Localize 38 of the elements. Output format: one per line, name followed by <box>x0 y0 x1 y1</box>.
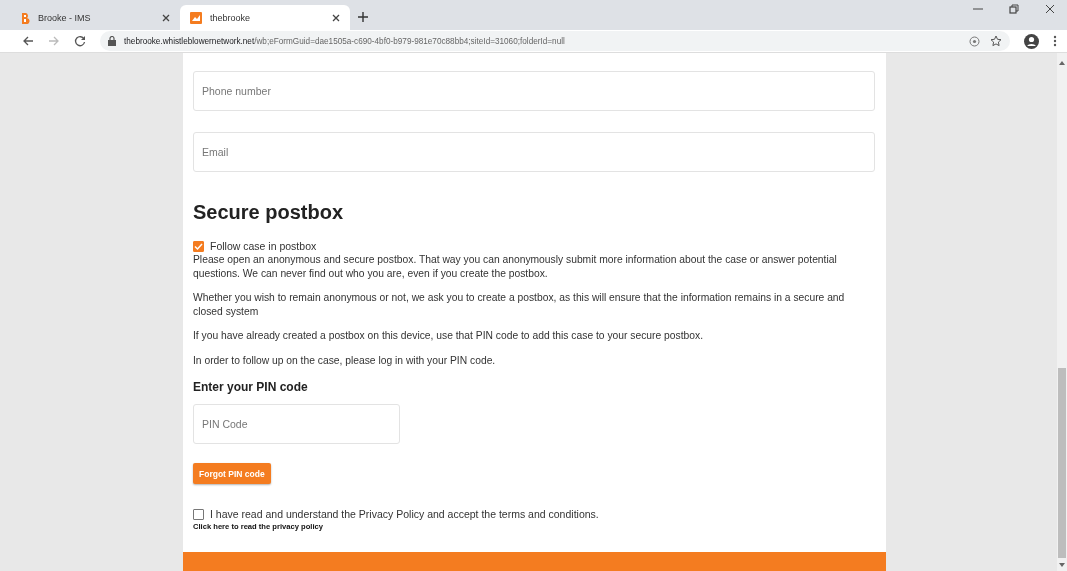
input-field[interactable]: Email <box>193 132 875 172</box>
pin-field[interactable]: PIN Code <box>193 404 400 444</box>
reload-icon[interactable] <box>74 35 86 47</box>
scrollbar[interactable] <box>1057 53 1067 571</box>
back-icon[interactable] <box>22 35 34 47</box>
check-icon <box>194 241 203 251</box>
paragraph: If you have already created a postbox on this device, use that PIN code to add this case to your secure postbox. <box>193 329 704 343</box>
section-heading: Secure postbox <box>193 201 345 224</box>
close-icon[interactable] <box>162 13 170 22</box>
checkbox-label: I have read and understand the Privacy Policy and accept the terms and conditions. <box>210 508 599 520</box>
paragraph: In order to follow up on the case, please log in with your PIN code. <box>193 353 497 367</box>
menu-icon[interactable] <box>1053 35 1057 47</box>
favicon-icon <box>190 11 202 24</box>
close-icon[interactable] <box>332 13 340 22</box>
checkbox[interactable] <box>193 508 204 520</box>
paragraph: Please open an anonymous and secure postbox. That way you can anonymously submit more information about the case or answer potential questions. We can never find out who you are, even if you create the postbox. <box>193 253 838 280</box>
browser-tab[interactable]: thebrooke <box>180 5 350 30</box>
browser-tab[interactable]: Brooke - IMS <box>10 5 180 30</box>
restore-icon[interactable] <box>1009 4 1019 14</box>
subheading: Enter your PIN code <box>193 380 309 394</box>
paragraph: Whether you wish to remain anonymous or not, we ask you to create a postbox, as this will ensure that the information remains in a secure and closed system <box>193 291 846 318</box>
checkbox-label: Follow case in postbox <box>210 240 317 252</box>
checkbox[interactable] <box>193 240 204 252</box>
close-icon[interactable] <box>1045 4 1055 14</box>
location-icon[interactable] <box>969 35 980 47</box>
tab-title: thebrooke <box>210 12 252 23</box>
input-field[interactable]: Phone number <box>193 71 875 111</box>
star-icon[interactable] <box>990 35 1002 47</box>
url-text: thebrooke.whistleblowernetwork.net/wb;eFormGuid=dae1505a-c690-4bf0-b979-981e70c88bb4;siteId=31060;folderId=null <box>124 36 565 46</box>
scroll-down-icon[interactable] <box>1059 563 1065 567</box>
lock-icon <box>108 36 116 46</box>
address-bar[interactable]: thebrooke.whistleblowernetwork.net/wb;eFormGuid=dae1505a-c690-4bf0-b979-981e70c88bb4;siteId=31060;folderId=null <box>100 31 1010 51</box>
new-tab-icon[interactable] <box>358 12 368 22</box>
scroll-up-icon[interactable] <box>1059 61 1065 65</box>
scrollbar-thumb[interactable] <box>1058 368 1066 558</box>
tab-title: Brooke - IMS <box>38 12 92 23</box>
account-icon[interactable] <box>1024 33 1039 49</box>
favicon-icon <box>20 11 30 24</box>
